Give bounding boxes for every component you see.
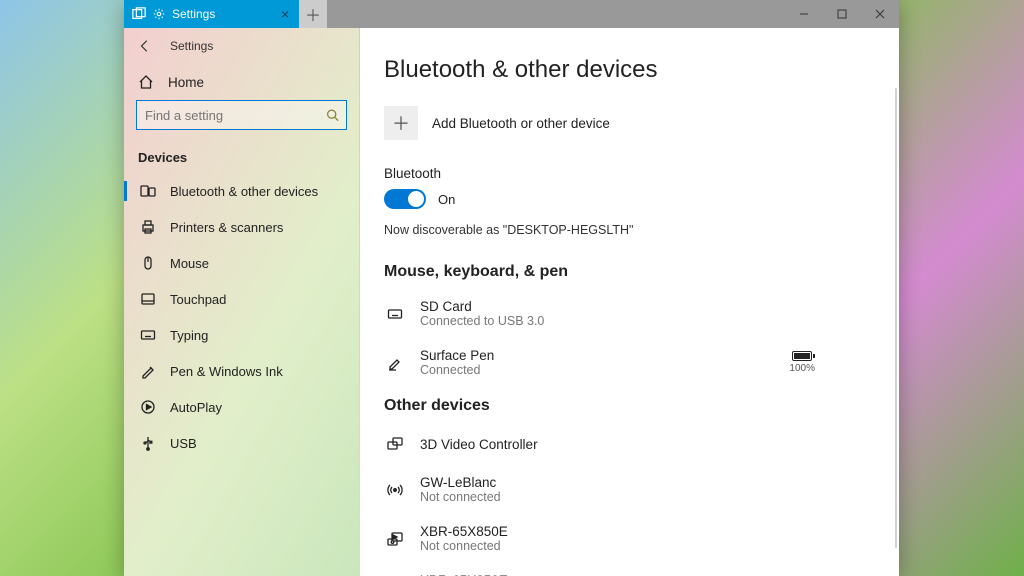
window-controls: [785, 0, 899, 28]
device-text: XBR-65X850ENot connected: [420, 524, 508, 553]
sidebar-item-mouse[interactable]: Mouse: [124, 245, 359, 281]
bluetooth-state: On: [438, 192, 455, 207]
device-text: SD CardConnected to USB 3.0: [420, 299, 544, 328]
device-row[interactable]: Surface PenConnected 100%: [384, 342, 875, 391]
new-tab-button[interactable]: ＋: [299, 0, 327, 28]
mouse-icon: [140, 255, 156, 271]
search-icon: [326, 109, 339, 122]
monitor-icon: [384, 433, 406, 455]
bluetooth-toggle[interactable]: [384, 189, 426, 209]
sidebar-home-label: Home: [168, 75, 204, 90]
device-status: Connected to USB 3.0: [420, 314, 544, 328]
sidebar-item-label: AutoPlay: [170, 400, 222, 415]
sidebar-item-label: Mouse: [170, 256, 209, 271]
sidebar-item-bluetooth-other-devices[interactable]: Bluetooth & other devices: [124, 173, 359, 209]
tab-title: Settings: [172, 7, 215, 21]
wireless-icon: [384, 479, 406, 501]
search-input[interactable]: [136, 100, 347, 130]
device-row[interactable]: 3D Video Controller: [384, 427, 875, 469]
sidebar-item-label: USB: [170, 436, 197, 451]
home-icon: [138, 74, 154, 90]
sidebar-item-autoplay[interactable]: AutoPlay: [124, 389, 359, 425]
bluetooth-label: Bluetooth: [384, 166, 875, 181]
add-device-row[interactable]: ＋ Add Bluetooth or other device: [384, 106, 875, 140]
sidebar-header: Settings: [124, 28, 359, 64]
sidebar-item-label: Touchpad: [170, 292, 226, 307]
active-tab[interactable]: Settings ×: [124, 0, 299, 28]
settings-window: Settings × ＋: [124, 0, 899, 576]
sidebar-item-printers-scanners[interactable]: Printers & scanners: [124, 209, 359, 245]
discoverable-text: Now discoverable as "DESKTOP-HEGSLTH": [384, 223, 875, 237]
sidebar-item-touchpad[interactable]: Touchpad: [124, 281, 359, 317]
device-status: Not connected: [420, 539, 508, 553]
sidebar: Settings Home Devices: [124, 28, 360, 576]
usb-icon: [140, 435, 156, 451]
device-row[interactable]: XBR-65X850ENot connected: [384, 518, 875, 567]
sidebar-item-pen-windows-ink[interactable]: Pen & Windows Ink: [124, 353, 359, 389]
battery-percent: 100%: [789, 363, 815, 374]
device-name: GW-LeBlanc: [420, 475, 501, 490]
close-button[interactable]: [861, 0, 899, 28]
autoplay-icon: [140, 399, 156, 415]
group-title: Mouse, keyboard, & pen: [384, 263, 875, 281]
device-name: Surface Pen: [420, 348, 494, 363]
keyboard-icon: [384, 303, 406, 325]
back-button[interactable]: [138, 39, 152, 53]
maximize-button[interactable]: [823, 0, 861, 28]
pen-write-icon: [384, 352, 406, 374]
battery-indicator: 100%: [789, 351, 815, 374]
bluetooth-devices-icon: [140, 183, 156, 199]
sidebar-item-label: Typing: [170, 328, 208, 343]
device-text: GW-LeBlancNot connected: [420, 475, 501, 504]
keyboard-icon: [140, 327, 156, 343]
desktop-wallpaper: Settings × ＋: [0, 0, 1024, 576]
page-title: Bluetooth & other devices: [384, 56, 875, 84]
device-text: Surface PenConnected: [420, 348, 494, 377]
device-text: 3D Video Controller: [420, 437, 538, 452]
device-row[interactable]: XBR-65X850ENot connected: [384, 567, 875, 576]
minimize-button[interactable]: [785, 0, 823, 28]
sidebar-item-label: Pen & Windows Ink: [170, 364, 283, 379]
tab-close-icon[interactable]: ×: [281, 7, 289, 21]
pen-icon: [140, 363, 156, 379]
sidebar-item-label: Printers & scanners: [170, 220, 283, 235]
sidebar-item-label: Bluetooth & other devices: [170, 184, 318, 199]
add-device-label: Add Bluetooth or other device: [432, 116, 610, 131]
device-status: Not connected: [420, 490, 501, 504]
sidebar-section-label: Devices: [124, 140, 359, 173]
titlebar: Settings × ＋: [124, 0, 899, 28]
device-status: Connected: [420, 363, 494, 377]
main-panel: Bluetooth & other devices ＋ Add Bluetoot…: [360, 28, 899, 576]
device-name: XBR-65X850E: [420, 524, 508, 539]
sidebar-item-usb[interactable]: USB: [124, 425, 359, 461]
tab-sets-icon: [132, 7, 146, 21]
device-name: SD Card: [420, 299, 544, 314]
device-row[interactable]: GW-LeBlancNot connected: [384, 469, 875, 518]
cast-icon: [384, 528, 406, 550]
sidebar-item-home[interactable]: Home: [124, 64, 359, 100]
device-row[interactable]: SD CardConnected to USB 3.0: [384, 293, 875, 342]
scrollbar[interactable]: [895, 88, 897, 548]
printer-icon: [140, 219, 156, 235]
device-name: 3D Video Controller: [420, 437, 538, 452]
sidebar-item-typing[interactable]: Typing: [124, 317, 359, 353]
plus-icon: ＋: [384, 106, 418, 140]
group-title: Other devices: [384, 397, 875, 415]
battery-icon: [792, 351, 812, 361]
touchpad-icon: [140, 291, 156, 307]
gear-icon: [152, 7, 166, 21]
header-title: Settings: [170, 39, 213, 53]
sidebar-nav: Bluetooth & other devices Printers & scan…: [124, 173, 359, 461]
